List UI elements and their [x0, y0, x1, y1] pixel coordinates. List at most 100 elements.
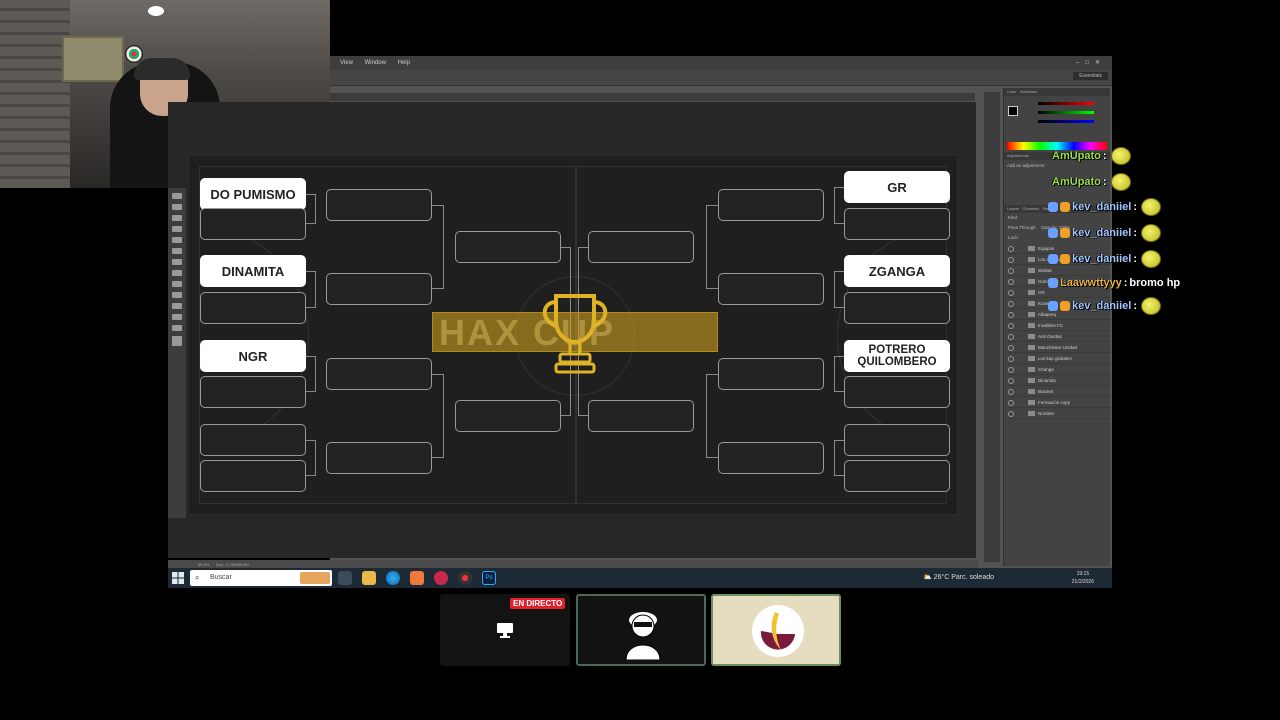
bracket-connector — [432, 374, 444, 458]
menu-help[interactable]: Help — [398, 56, 410, 70]
layer-row[interactable]: Nombre — [1004, 408, 1110, 419]
clock-time: 19:15 — [1076, 571, 1090, 577]
chat-badge-icon — [1048, 301, 1058, 311]
chat-separator: : — [1133, 201, 1137, 213]
layer-row[interactable]: zGanga — [1004, 364, 1110, 375]
ceiling-light — [148, 6, 164, 16]
blend-mode-select[interactable]: Pass Through — [1008, 225, 1036, 230]
weather-widget[interactable]: ⛅ 26°C Parc. soleado — [923, 568, 994, 588]
chat-badge-icon — [1048, 202, 1058, 212]
emote-icon — [1141, 250, 1161, 268]
taskbar-search-box[interactable]: ⌕ Buscar — [190, 570, 332, 586]
shape-tool-icon[interactable] — [172, 303, 182, 309]
layer-row[interactable]: Manchester Unidad — [1004, 342, 1110, 353]
color-sliders[interactable] — [1004, 102, 1110, 140]
team-slot-empty — [200, 460, 306, 492]
clock-date: 21/2/2026 — [1071, 579, 1094, 585]
team-slot-empty — [844, 292, 950, 324]
team-slot-empty — [200, 208, 306, 240]
stone-wall — [0, 0, 70, 188]
layer-row[interactable]: Anti Gardas — [1004, 331, 1110, 342]
gradient-tool-icon[interactable] — [172, 259, 182, 265]
tab-color[interactable]: Color — [1007, 89, 1017, 94]
layer-row[interactable]: Los kap globales — [1004, 353, 1110, 364]
photoshop-icon[interactable]: Ps — [482, 571, 496, 585]
green-slider[interactable] — [1038, 111, 1094, 114]
options-bar: Essentials — [330, 70, 1112, 86]
chat-message: kev_daniiel: — [1048, 295, 1161, 317]
round2-slot — [326, 358, 432, 390]
round2-slot — [718, 358, 824, 390]
workspace-select[interactable]: Essentials — [1073, 72, 1108, 80]
tab-swatches[interactable]: Swatches — [1020, 89, 1037, 94]
team-slot-empty — [200, 376, 306, 408]
pen-tool-icon[interactable] — [172, 270, 182, 276]
edge-browser-icon[interactable] — [386, 571, 400, 585]
menu-window[interactable]: Window — [365, 56, 386, 70]
monitor-icon — [497, 623, 513, 638]
emote-icon — [1110, 147, 1131, 165]
tab-layers[interactable]: Layers — [1007, 206, 1019, 211]
chat-separator: : — [1133, 227, 1137, 239]
sun-cloud-icon: ⛅ — [922, 574, 932, 581]
bracket-connector — [306, 356, 316, 392]
kind-filter[interactable]: Kind — [1008, 215, 1017, 220]
crop-tool-icon[interactable] — [172, 226, 182, 232]
team-slot-empty — [844, 424, 950, 456]
bracket-connector — [706, 205, 718, 289]
menu-view[interactable]: View — [340, 56, 353, 70]
bracket-connector — [834, 271, 844, 308]
bracket-connector — [306, 271, 316, 308]
participant-avatar-tile[interactable] — [576, 594, 706, 666]
bracket-connector — [834, 440, 844, 476]
chat-message: Laawwttyyy: bromo hp — [1048, 272, 1180, 294]
brush-tool-icon[interactable] — [172, 237, 182, 243]
horizontal-ruler — [330, 93, 975, 101]
chat-message: kev_daniiel: — [1048, 196, 1161, 218]
participant-logo-tile[interactable] — [711, 594, 841, 666]
type-tool-icon[interactable] — [172, 281, 182, 287]
semifinal-slot — [588, 400, 694, 432]
chat-badge-icon — [1060, 228, 1070, 238]
media-player-icon[interactable] — [434, 571, 448, 585]
tab-channels[interactable]: Channels — [1022, 206, 1039, 211]
file-explorer-icon[interactable] — [362, 571, 376, 585]
zoom-level[interactable]: 95,3% — [198, 562, 209, 567]
team-slot-potrero-quilombero: POTRERO QUILOMBERO — [844, 340, 950, 372]
blue-slider[interactable] — [1038, 120, 1094, 123]
panel-icon-strip — [984, 92, 1000, 562]
lasso-tool-icon[interactable] — [172, 215, 182, 221]
chat-separator: : — [1133, 253, 1137, 265]
pinned-app-icon[interactable] — [410, 571, 424, 585]
marquee-tool-icon[interactable] — [172, 204, 182, 210]
task-view-icon[interactable] — [338, 571, 352, 585]
tools-panel — [168, 188, 186, 518]
color-swatch-icon[interactable] — [172, 336, 182, 346]
weather-text: 26°C Parc. soleado — [933, 574, 994, 581]
foreground-color-swatch[interactable] — [1008, 106, 1018, 116]
emote-icon — [1141, 198, 1161, 216]
layer-row[interactable]: Formación copy — [1004, 397, 1110, 408]
team-slot-empty — [844, 376, 950, 408]
team-slot-zganga: ZGANGA — [844, 255, 950, 287]
bracket-connector — [306, 194, 316, 224]
path-tool-icon[interactable] — [172, 292, 182, 298]
bracket-connector — [706, 374, 718, 458]
wall-poster — [62, 36, 124, 82]
team-slot-gr: GR — [844, 171, 950, 203]
zoom-tool-icon[interactable] — [172, 325, 182, 331]
chat-separator: : — [1102, 176, 1107, 188]
layer-row[interactable]: Bracket — [1004, 386, 1110, 397]
color-panel-tabs[interactable]: Color Swatches — [1004, 88, 1110, 96]
clock[interactable]: 19:15 21/2/2026 — [1072, 570, 1094, 586]
red-slider[interactable] — [1038, 102, 1094, 105]
banana-logo-icon — [752, 605, 804, 657]
chat-text: bromo hp — [1129, 277, 1181, 289]
obs-icon[interactable] — [458, 571, 472, 585]
move-tool-icon[interactable] — [172, 193, 182, 199]
layer-row[interactable]: Dinamita — [1004, 375, 1110, 386]
window-controls[interactable]: –□✕ — [1076, 56, 1106, 70]
windows-start-icon[interactable] — [172, 572, 184, 584]
eraser-tool-icon[interactable] — [172, 248, 182, 254]
hand-tool-icon[interactable] — [172, 314, 182, 320]
